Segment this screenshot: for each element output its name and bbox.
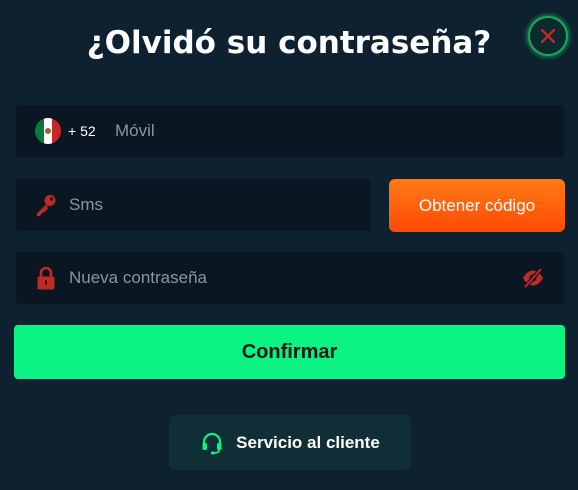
- key-icon: [37, 195, 56, 216]
- phone-input[interactable]: Móvil: [115, 105, 155, 157]
- close-icon: [540, 28, 556, 44]
- sms-input[interactable]: Sms: [69, 179, 103, 231]
- sms-field[interactable]: Sms: [16, 179, 371, 231]
- new-password-input[interactable]: Nueva contraseña: [69, 252, 207, 304]
- mexico-flag-icon[interactable]: [35, 118, 61, 144]
- customer-service-label: Servicio al cliente: [236, 432, 380, 452]
- confirm-button[interactable]: Confirmar: [14, 325, 565, 379]
- lock-icon: [37, 266, 55, 290]
- new-password-field[interactable]: Nueva contraseña: [16, 252, 564, 304]
- customer-service-button[interactable]: Servicio al cliente: [169, 415, 411, 470]
- close-button[interactable]: [528, 16, 568, 56]
- country-code[interactable]: + 52: [68, 105, 96, 157]
- get-code-button[interactable]: Obtener código: [389, 179, 565, 232]
- phone-field[interactable]: + 52 Móvil: [16, 105, 564, 157]
- eye-off-icon[interactable]: [521, 266, 545, 290]
- headset-icon: [202, 432, 222, 454]
- dialog-title: ¿Olvidó su contraseña?: [86, 25, 492, 61]
